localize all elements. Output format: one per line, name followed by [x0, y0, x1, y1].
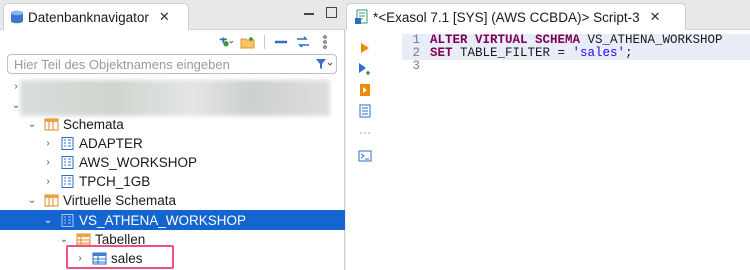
- tree-item-schema[interactable]: › ADAPTER: [0, 134, 345, 153]
- code-line[interactable]: 3: [402, 60, 750, 73]
- navigator-toolbar: [0, 31, 345, 53]
- schema-folder-icon: [44, 118, 59, 131]
- line-number: 3: [412, 59, 420, 73]
- object-search-field[interactable]: [7, 54, 337, 74]
- schema-icon: [61, 137, 74, 150]
- filter-icon[interactable]: [312, 55, 336, 73]
- chevron-right-icon[interactable]: ›: [42, 157, 54, 168]
- tree-label-virtual-schemata: Virtuelle Schemata: [63, 193, 177, 208]
- explain-plan-icon[interactable]: [358, 104, 372, 118]
- tree-item-virtual-schemata[interactable]: ⌄ Virtuelle Schemata: [0, 191, 345, 210]
- tree-label-schemata: Schemata: [63, 117, 124, 132]
- new-folder-icon[interactable]: [240, 35, 256, 49]
- new-connection-icon[interactable]: [218, 35, 234, 49]
- execute-script-file-icon[interactable]: [358, 83, 372, 97]
- chevron-down-icon[interactable]: ⌄: [10, 100, 22, 111]
- view-menu-icon[interactable]: [317, 35, 333, 49]
- editor-tab-bar: *<Exasol 7.1 [SYS] (AWS CCBDA)> Script-3…: [346, 0, 750, 30]
- tab-database-navigator[interactable]: Datenbanknavigator ✕: [3, 3, 189, 30]
- chevron-down-icon[interactable]: ⌄: [26, 195, 38, 206]
- code-line[interactable]: 2 SET TABLE_FILTER = 'sales';: [402, 47, 750, 60]
- chevron-right-icon[interactable]: ›: [42, 138, 54, 149]
- tab-sql-script[interactable]: *<Exasol 7.1 [SYS] (AWS CCBDA)> Script-3…: [346, 3, 686, 30]
- schema-icon: [61, 175, 74, 188]
- highlight-annotation: [66, 245, 174, 269]
- editor-side-toolbar: [346, 31, 382, 270]
- tree-label-schema: TPCH_1GB: [79, 174, 151, 189]
- tree-label-schema: AWS_WORKSHOP: [79, 155, 198, 170]
- tree-row-redacted-1[interactable]: ›: [0, 77, 345, 96]
- sql-script-icon: [355, 9, 368, 24]
- chevron-down-icon[interactable]: ⌄: [58, 234, 70, 245]
- execute-statement-icon[interactable]: [358, 41, 372, 55]
- sql-text: TABLE_FILTER =: [452, 46, 573, 60]
- sql-keyword: ALTER VIRTUAL SCHEMA: [430, 33, 581, 47]
- script-tab-label: *<Exasol 7.1 [SYS] (AWS CCBDA)> Script-3: [373, 9, 640, 25]
- link-editor-icon[interactable]: [295, 35, 311, 49]
- close-icon[interactable]: ✕: [650, 9, 661, 25]
- chevron-down-icon[interactable]: ⌄: [42, 215, 54, 226]
- virtual-schema-icon: [61, 213, 74, 227]
- maximize-icon[interactable]: [326, 7, 337, 18]
- tree-item-schema[interactable]: › AWS_WORKSHOP: [0, 153, 345, 172]
- tree-item-virtual-schema[interactable]: ⌄ VS_ATHENA_WORKSHOP: [0, 210, 345, 230]
- tree-label-virtual-schema: VS_ATHENA_WORKSHOP: [79, 212, 247, 228]
- separator-dots-icon: [358, 126, 372, 140]
- navigator-tab-label: Datenbanknavigator: [28, 9, 149, 25]
- database-navigator-panel: Datenbanknavigator ✕ Hier Teil des Objek…: [0, 0, 345, 270]
- minimize-icon[interactable]: [304, 5, 314, 15]
- sql-text: ;: [625, 46, 633, 60]
- schema-icon: [61, 156, 74, 169]
- tree-item-schemata[interactable]: ⌄ Schemata: [0, 115, 345, 134]
- tree-item-schema[interactable]: › TPCH_1GB: [0, 172, 345, 191]
- tree-row-redacted-2[interactable]: ⌄: [0, 96, 345, 115]
- search-input[interactable]: [8, 55, 312, 73]
- sql-identifier: VS_ATHENA_WORKSHOP: [580, 33, 723, 47]
- sql-editor-panel: *<Exasol 7.1 [SYS] (AWS CCBDA)> Script-3…: [346, 0, 750, 270]
- navigator-tab-bar: Datenbanknavigator ✕: [0, 0, 345, 30]
- tree-label-schema: ADAPTER: [79, 136, 143, 151]
- chevron-right-icon[interactable]: ›: [10, 81, 22, 92]
- sql-keyword: SET: [430, 46, 453, 60]
- database-icon: [11, 10, 23, 24]
- chevron-down-icon[interactable]: ⌄: [26, 119, 38, 130]
- code-editor[interactable]: 1 ALTER VIRTUAL SCHEMA VS_ATHENA_WORKSHOP…: [402, 34, 750, 73]
- collapse-all-icon[interactable]: [273, 35, 289, 49]
- schema-folder-icon: [44, 194, 59, 207]
- chevron-right-icon[interactable]: ›: [42, 176, 54, 187]
- close-icon[interactable]: ✕: [159, 9, 170, 25]
- sql-string: 'sales': [572, 46, 626, 60]
- terminal-icon[interactable]: [358, 149, 372, 163]
- execute-script-icon[interactable]: [358, 62, 372, 76]
